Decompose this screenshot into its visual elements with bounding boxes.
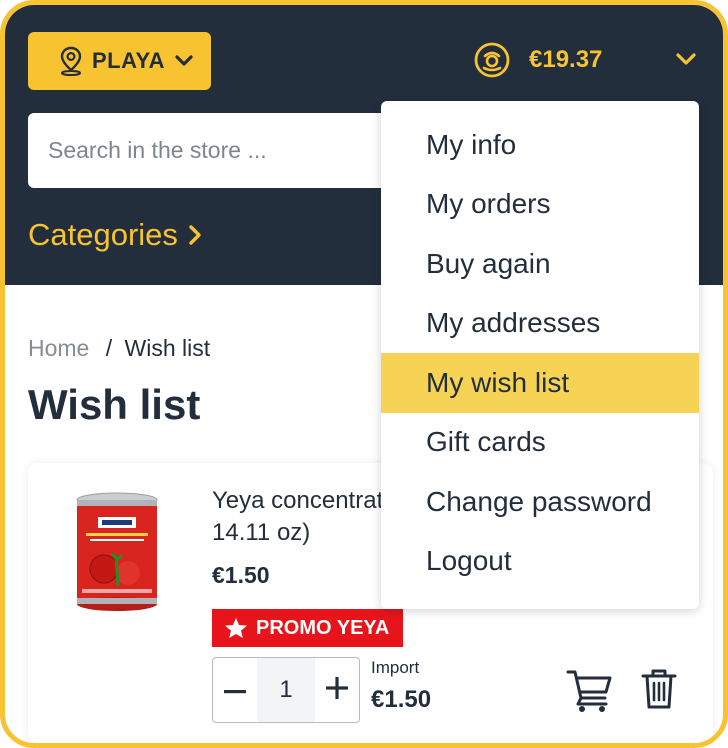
menu-item-gift-cards[interactable]: Gift cards <box>381 413 699 473</box>
chevron-right-icon <box>188 224 202 246</box>
app-frame: PLAYA €19.37 Categories Home / Wish list… <box>0 0 728 748</box>
account-dropdown-menu: My info My orders Buy again My addresses… <box>381 101 699 609</box>
search-input[interactable] <box>28 113 393 188</box>
promo-label: PROMO YEYA <box>256 616 390 639</box>
menu-item-my-info[interactable]: My info <box>381 115 699 175</box>
minus-icon <box>224 681 246 699</box>
promo-badge: PROMO YEYA <box>212 609 404 647</box>
location-selector-button[interactable]: PLAYA <box>28 32 211 90</box>
product-image[interactable] <box>72 491 162 613</box>
categories-link[interactable]: Categories <box>28 217 202 253</box>
chevron-down-icon <box>174 54 194 68</box>
menu-item-my-orders[interactable]: My orders <box>381 175 699 235</box>
star-icon <box>224 617 248 639</box>
trash-icon[interactable] <box>641 668 677 710</box>
wallet-balance: €19.37 <box>529 46 603 73</box>
breadcrumb-home-link[interactable]: Home <box>28 335 89 361</box>
location-pin-icon <box>58 46 84 76</box>
breadcrumb-current: Wish list <box>124 335 211 361</box>
wallet-coin-icon <box>473 41 511 79</box>
page-title: Wish list <box>28 381 201 428</box>
account-menu-chevron-down-icon[interactable] <box>675 51 697 67</box>
decrease-quantity-button[interactable] <box>213 658 257 722</box>
location-label: PLAYA <box>92 48 166 73</box>
menu-item-my-addresses[interactable]: My addresses <box>381 294 699 354</box>
breadcrumb-separator: / <box>105 335 113 361</box>
cart-icon[interactable] <box>566 666 614 714</box>
quantity-value[interactable]: 1 <box>257 658 315 722</box>
quantity-stepper: 1 <box>212 657 360 723</box>
import-label: Import <box>371 658 420 677</box>
increase-quantity-button[interactable] <box>315 658 359 722</box>
menu-item-my-wish-list[interactable]: My wish list <box>381 353 699 413</box>
menu-item-logout[interactable]: Logout <box>381 532 699 592</box>
product-price: €1.50 <box>212 562 270 588</box>
breadcrumb: Home / Wish list <box>28 335 210 362</box>
menu-item-change-password[interactable]: Change password <box>381 472 699 532</box>
menu-item-buy-again[interactable]: Buy again <box>381 234 699 294</box>
wallet-balance-button[interactable]: €19.37 <box>473 41 602 79</box>
plus-icon <box>326 676 348 704</box>
categories-label: Categories <box>28 217 178 252</box>
import-price: €1.50 <box>371 686 432 713</box>
